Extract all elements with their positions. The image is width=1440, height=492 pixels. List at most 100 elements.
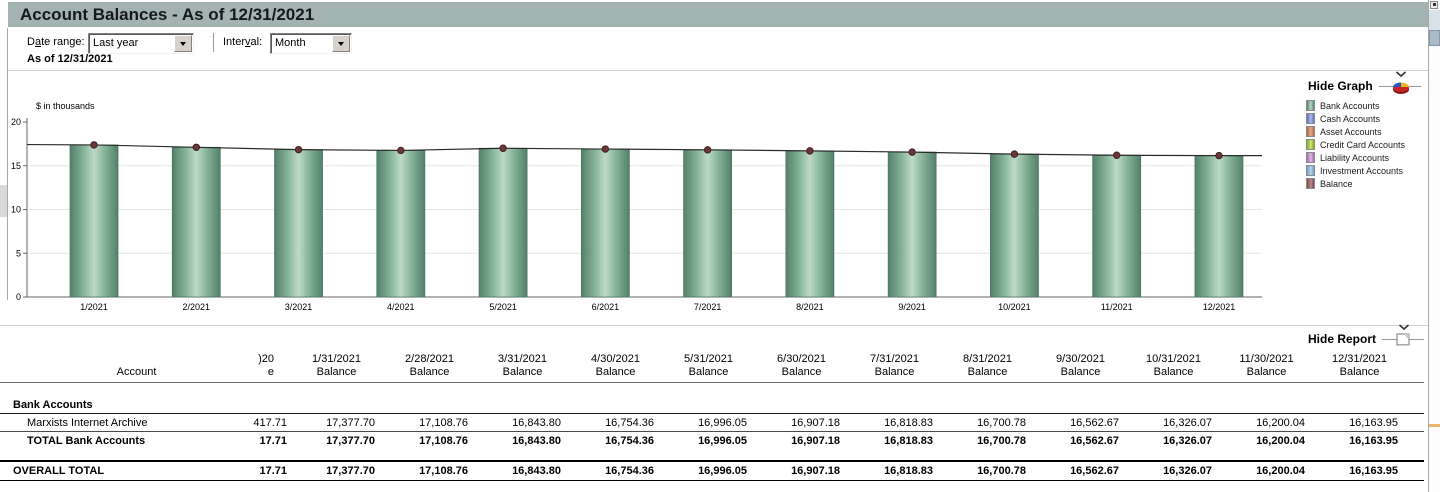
interval-label: Interval: — [223, 36, 262, 48]
controls-divider — [213, 33, 214, 52]
overall-total-row: OVERALL TOTAL17.7117,377.7017,108.7616,8… — [0, 461, 1424, 481]
legend-item: Investment Accounts — [1306, 164, 1405, 177]
column-header[interactable]: 6/30/2021Balance — [755, 338, 848, 383]
left-edge-segment — [0, 185, 7, 217]
column-header[interactable]: )20e — [245, 338, 290, 383]
balance-value: 16,818.83 — [848, 461, 941, 481]
balance-value: 16,754.36 — [569, 414, 662, 432]
balance-value: 17,108.76 — [383, 461, 476, 481]
column-header[interactable]: 4/30/2021Balance — [569, 338, 662, 383]
balance-value: 16,996.05 — [662, 414, 755, 432]
account-balances-bar-chart: 05101520$ in thousands1/20212/20213/2021… — [0, 95, 1290, 323]
page-title: Account Balances - As of 12/31/2021 — [8, 2, 1428, 27]
svg-text:10: 10 — [11, 205, 21, 215]
balance-value: 16,818.83 — [848, 414, 941, 432]
date-range-label: Date range: — [27, 36, 85, 48]
legend-swatch — [1306, 113, 1315, 124]
balance-value: 17,377.70 — [290, 432, 383, 451]
svg-text:$ in thousands: $ in thousands — [36, 101, 95, 111]
svg-text:20: 20 — [11, 117, 21, 127]
legend-label: Cash Accounts — [1320, 114, 1380, 124]
svg-text:3/2021: 3/2021 — [285, 302, 313, 312]
balance-value: 16,818.83 — [848, 432, 941, 451]
down-arrow-icon — [180, 42, 186, 49]
balance-value: 16,326.07 — [1127, 414, 1220, 432]
scrollbar-marker — [1429, 424, 1440, 427]
account-row[interactable]: Marxists Internet Archive417.7117,377.70… — [0, 414, 1424, 432]
chevron-down-icon[interactable] — [1398, 324, 1410, 331]
column-header[interactable]: 9/30/2021Balance — [1034, 338, 1127, 383]
balance-value: 16,843.80 — [476, 461, 569, 481]
column-header[interactable]: 10/31/2021Balance — [1127, 338, 1220, 383]
legend-swatch — [1306, 100, 1315, 111]
balance-value: 17,377.70 — [290, 461, 383, 481]
legend-label: Asset Accounts — [1320, 127, 1382, 137]
legend-swatch — [1306, 178, 1315, 189]
scrollbar-button-glyph — [1433, 3, 1436, 6]
column-header[interactable]: 12/31/2021Balance — [1313, 338, 1406, 383]
dropdown-arrow-icon[interactable] — [174, 35, 192, 52]
interval-value: Month — [275, 35, 306, 51]
svg-text:8/2021: 8/2021 — [796, 302, 824, 312]
column-header[interactable]: 1/31/2021Balance — [290, 338, 383, 383]
section-divider — [0, 325, 1428, 326]
chevron-down-icon[interactable] — [1395, 71, 1407, 78]
balance-value: 16,200.04 — [1220, 432, 1313, 451]
as-of-label: As of 12/31/2021 — [27, 53, 113, 65]
balance-value: 16,996.05 — [662, 432, 755, 451]
pie-chart-icon — [1390, 79, 1412, 95]
balance-value: 16,200.04 — [1220, 414, 1313, 432]
balance-value: 17.71 — [245, 432, 290, 451]
interval-select[interactable]: Month — [270, 33, 352, 54]
svg-text:10/2021: 10/2021 — [998, 302, 1031, 312]
legend-swatch — [1306, 152, 1315, 163]
graph-collapse-control[interactable] — [1379, 77, 1421, 95]
section-title: Bank Accounts — [0, 396, 1424, 414]
account-name: TOTAL Bank Accounts — [0, 432, 245, 451]
section-header-row: Bank Accounts — [0, 396, 1424, 414]
legend-item: Liability Accounts — [1306, 151, 1405, 164]
left-edge-strip — [0, 28, 8, 300]
section-divider — [0, 70, 1428, 71]
svg-text:0: 0 — [16, 292, 21, 302]
balance-value: 16,200.04 — [1220, 461, 1313, 481]
legend-item: Asset Accounts — [1306, 125, 1405, 138]
vertical-scrollbar[interactable] — [1428, 0, 1440, 492]
column-header[interactable]: 11/30/2021Balance — [1220, 338, 1313, 383]
spacer-row — [0, 383, 1424, 397]
account-name[interactable]: Marxists Internet Archive — [0, 414, 245, 432]
column-header[interactable]: 5/31/2021Balance — [662, 338, 755, 383]
legend-label: Bank Accounts — [1320, 101, 1380, 111]
dropdown-arrow-icon[interactable] — [332, 35, 350, 52]
balance-value: 16,700.78 — [941, 461, 1034, 481]
filler-cell — [1406, 414, 1424, 432]
column-header[interactable]: 7/31/2021Balance — [848, 338, 941, 383]
column-header[interactable]: 2/28/2021Balance — [383, 338, 476, 383]
balance-value: 417.71 — [245, 414, 290, 432]
svg-text:11/2021: 11/2021 — [1101, 302, 1133, 312]
balance-value: 16,907.18 — [755, 432, 848, 451]
scrollbar-thumb[interactable] — [1429, 30, 1440, 46]
spacer-row — [0, 450, 1424, 461]
legend-label: Liability Accounts — [1320, 153, 1389, 163]
svg-text:9/2021: 9/2021 — [898, 302, 926, 312]
balance-report: Account)20e1/31/2021Balance2/28/2021Bala… — [0, 338, 1424, 481]
balance-value: 17,377.70 — [290, 414, 383, 432]
legend-swatch — [1306, 139, 1315, 150]
section-total-row: TOTAL Bank Accounts17.7117,377.7017,108.… — [0, 432, 1424, 451]
svg-text:5: 5 — [16, 248, 21, 258]
svg-text:4/2021: 4/2021 — [387, 302, 415, 312]
svg-text:6/2021: 6/2021 — [592, 302, 620, 312]
hide-graph-button[interactable]: Hide Graph — [1308, 77, 1421, 95]
legend-label: Credit Card Accounts — [1320, 140, 1405, 150]
balance-value: 16,843.80 — [476, 414, 569, 432]
scrollbar-track[interactable] — [1429, 10, 1440, 30]
column-header-account[interactable]: Account — [0, 338, 245, 383]
column-header[interactable]: 8/31/2021Balance — [941, 338, 1034, 383]
legend-item: Balance — [1306, 177, 1405, 190]
legend-item: Credit Card Accounts — [1306, 138, 1405, 151]
balance-value: 16,163.95 — [1313, 461, 1406, 481]
svg-text:1/2021: 1/2021 — [80, 302, 108, 312]
date-range-select[interactable]: Last year — [88, 33, 194, 54]
column-header[interactable]: 3/31/2021Balance — [476, 338, 569, 383]
